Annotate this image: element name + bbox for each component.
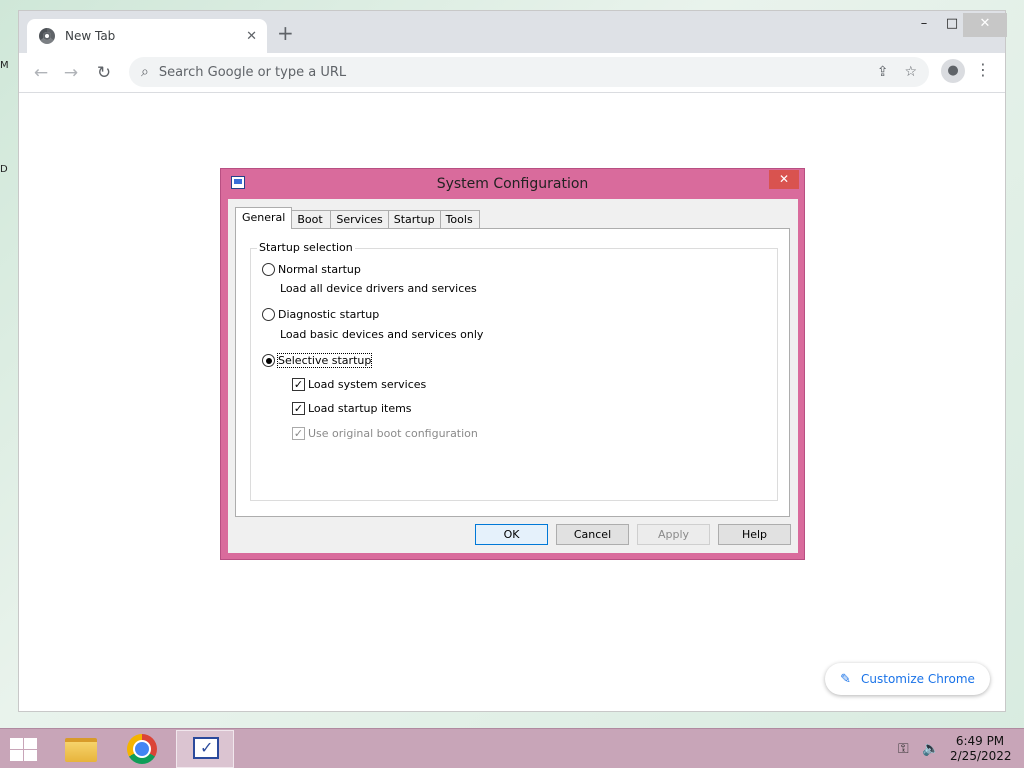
radio-button[interactable] — [262, 263, 275, 276]
diagnostic-startup-label: Diagnostic startup — [278, 308, 380, 321]
more-menu-icon[interactable]: ⋮ — [975, 60, 991, 79]
clock-time: 6:49 PM — [955, 734, 1005, 748]
minimize-button[interactable]: – — [909, 13, 939, 37]
checkbox[interactable]: ✓ — [292, 402, 305, 415]
dialog-client-area: General Boot Services Startup Tools Star… — [228, 199, 798, 553]
radio-button[interactable] — [262, 308, 275, 321]
profile-icon[interactable]: ● — [941, 59, 965, 83]
chrome-favicon-icon — [39, 28, 55, 44]
tab-services[interactable]: Services — [330, 210, 389, 229]
windows-logo-icon — [10, 750, 23, 761]
checkbox-disabled: ✓ — [292, 427, 305, 440]
use-original-boot-config-label: Use original boot configuration — [308, 427, 478, 440]
desktop-icon-fragment: D — [0, 164, 8, 175]
system-configuration-dialog: System Configuration ✕ General Boot Serv… — [220, 168, 805, 560]
radio-normal-startup[interactable]: Normal startup — [262, 263, 361, 276]
diagnostic-startup-description: Load basic devices and services only — [280, 328, 484, 341]
customize-chrome-label: Customize Chrome — [861, 672, 975, 686]
taskbar: ⚿ 🔈 6:49 PM 2/25/2022 — [0, 728, 1024, 768]
ok-button[interactable]: OK — [475, 524, 548, 545]
tab-boot[interactable]: Boot — [291, 210, 332, 229]
tab-new-tab[interactable]: New Tab ✕ — [27, 19, 267, 53]
search-icon: ⌕ — [141, 64, 149, 80]
network-icon[interactable]: ⚿ — [898, 741, 909, 757]
close-window-button[interactable]: ✕ — [963, 13, 1007, 37]
normal-startup-description: Load all device drivers and services — [280, 282, 477, 295]
msconfig-icon — [193, 737, 219, 759]
windows-logo-icon — [24, 750, 37, 761]
reload-icon[interactable]: ↻ — [92, 61, 116, 85]
startup-selection-group: Startup selection Normal startup Load al… — [250, 241, 778, 501]
radio-selective-startup[interactable]: Selective startup — [262, 353, 373, 368]
windows-logo-icon — [10, 738, 23, 749]
volume-muted-icon[interactable]: 🔈 — [922, 741, 939, 757]
radio-button-selected[interactable] — [262, 354, 275, 367]
taskbar-clock[interactable]: 6:49 PM 2/25/2022 — [950, 734, 1012, 764]
tab-strip: New Tab ✕ + – □ ✕ — [19, 11, 1007, 53]
radio-diagnostic-startup[interactable]: Diagnostic startup — [262, 308, 379, 321]
load-system-services-label: Load system services — [308, 378, 427, 391]
help-button[interactable]: Help — [718, 524, 791, 545]
address-input[interactable] — [156, 63, 861, 81]
windows-logo-icon — [24, 738, 37, 749]
load-startup-items-label: Load startup items — [308, 402, 412, 415]
tab-title: New Tab — [65, 29, 116, 43]
forward-arrow-icon[interactable]: → — [59, 61, 83, 85]
general-tab-page: Startup selection Normal startup Load al… — [235, 228, 790, 517]
start-button[interactable] — [8, 737, 38, 761]
checkbox-load-startup-items[interactable]: ✓ Load startup items — [292, 402, 412, 415]
chrome-icon — [127, 734, 157, 764]
back-arrow-icon[interactable]: ← — [29, 61, 53, 85]
checkbox-use-original-boot-config: ✓ Use original boot configuration — [292, 427, 478, 440]
selective-startup-label: Selective startup — [276, 353, 373, 368]
taskbar-system-configuration[interactable] — [176, 730, 234, 768]
normal-startup-label: Normal startup — [278, 263, 361, 276]
taskbar-file-explorer[interactable] — [52, 730, 110, 768]
customize-chrome-button[interactable]: ✎ Customize Chrome — [825, 663, 990, 695]
apply-button: Apply — [637, 524, 710, 545]
folder-icon — [65, 738, 97, 762]
new-tab-button[interactable]: + — [277, 23, 294, 43]
desktop-icon-fragment: M — [0, 60, 9, 71]
dialog-close-button[interactable]: ✕ — [769, 170, 799, 189]
group-label: Startup selection — [257, 241, 355, 254]
tab-tools[interactable]: Tools — [439, 210, 480, 229]
tab-general[interactable]: General — [235, 207, 293, 229]
dialog-titlebar[interactable]: System Configuration ✕ — [221, 169, 804, 199]
tab-startup[interactable]: Startup — [387, 210, 441, 229]
checkbox[interactable]: ✓ — [292, 378, 305, 391]
dialog-title: System Configuration — [436, 176, 589, 192]
pencil-icon: ✎ — [840, 671, 852, 687]
dialog-tab-row: General Boot Services Startup Tools — [235, 207, 480, 229]
tab-close-icon[interactable]: ✕ — [246, 29, 257, 44]
browser-toolbar: ← → ↻ ⌕ ⇪ ☆ ● ⋮ — [19, 53, 1005, 93]
taskbar-google-chrome[interactable] — [114, 730, 172, 768]
omnibox[interactable]: ⌕ ⇪ ☆ — [129, 57, 929, 87]
share-icon[interactable]: ⇪ — [877, 64, 889, 80]
star-icon[interactable]: ☆ — [904, 64, 917, 80]
cancel-button[interactable]: Cancel — [556, 524, 629, 545]
checkbox-load-system-services[interactable]: ✓ Load system services — [292, 378, 426, 391]
clock-date: 2/25/2022 — [950, 749, 1012, 763]
